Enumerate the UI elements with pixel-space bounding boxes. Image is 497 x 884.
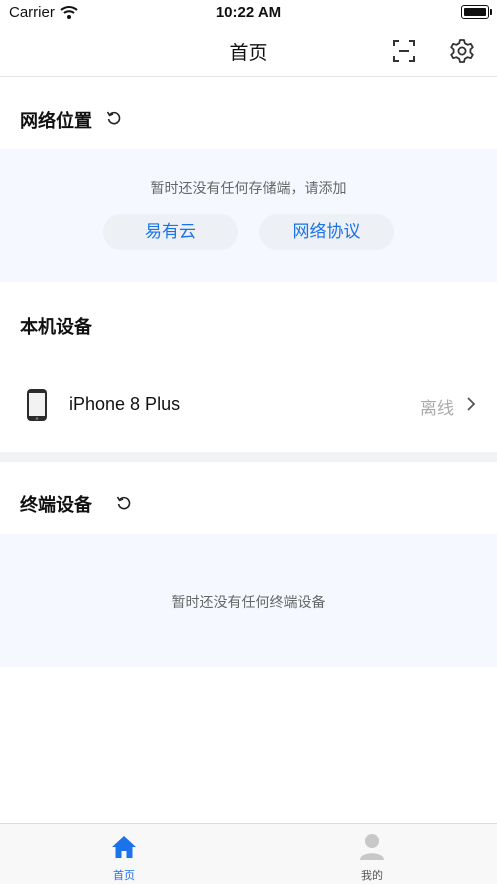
clock: 10:22 AM xyxy=(215,4,282,21)
network-protocol-button[interactable]: 网络协议 xyxy=(259,214,394,250)
terminal-empty-panel: 暂时还没有任何终端设备 xyxy=(0,534,497,667)
network-empty-hint: 暂时还没有任何存储端，请添加 xyxy=(150,181,347,197)
terminal-section-title: 终端设备 xyxy=(20,495,92,516)
local-device-row[interactable]: iPhone 8 Plus 离线 xyxy=(0,365,497,445)
chevron-right-icon xyxy=(467,397,476,411)
local-section-title: 本机设备 xyxy=(20,317,92,338)
refresh-icon[interactable] xyxy=(116,495,132,511)
network-section-title: 网络位置 xyxy=(20,111,92,132)
tab-bar: 首页 我的 xyxy=(0,823,497,884)
tab-mine[interactable]: 我的 xyxy=(322,824,422,884)
device-status: 离线 xyxy=(420,399,454,419)
status-bar: Carrier 10:22 AM xyxy=(0,0,497,26)
device-name: iPhone 8 Plus xyxy=(69,394,181,414)
tab-home[interactable]: 首页 xyxy=(74,824,174,884)
network-empty-panel: 暂时还没有任何存储端，请添加 易有云 网络协议 xyxy=(0,149,497,282)
battery-icon xyxy=(461,5,492,19)
person-icon xyxy=(360,834,384,860)
refresh-icon[interactable] xyxy=(106,110,122,126)
scan-icon[interactable] xyxy=(391,38,417,64)
page-title: 首页 xyxy=(229,42,268,64)
section-divider xyxy=(0,452,497,462)
gear-icon[interactable] xyxy=(449,38,475,64)
yiyouyun-button[interactable]: 易有云 xyxy=(103,214,238,250)
phone-icon xyxy=(27,389,47,421)
tab-mine-label: 我的 xyxy=(361,869,383,882)
navigation-bar: 首页 xyxy=(0,26,497,77)
tab-home-label: 首页 xyxy=(113,869,135,882)
terminal-empty-hint: 暂时还没有任何终端设备 xyxy=(171,595,326,611)
home-icon xyxy=(112,836,136,858)
